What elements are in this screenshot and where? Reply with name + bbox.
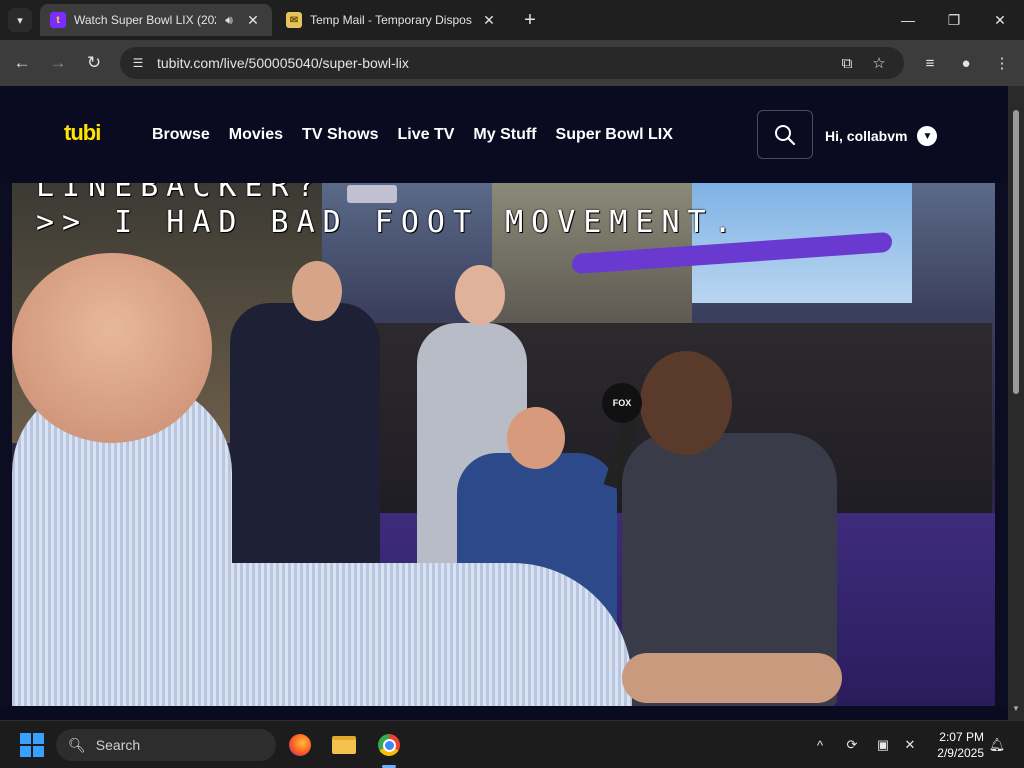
scroll-down-icon[interactable]: ▼ — [1012, 704, 1020, 713]
page-scrollbar[interactable]: ▲ ▼ — [1008, 86, 1024, 720]
windows-taskbar: 🔍︎ Search ^ ⟳ ▣ ✕ 2:07 PM 2/9/2025 🔔︎ — [0, 720, 1024, 768]
chevron-up-icon: ^ — [816, 737, 824, 753]
close-icon[interactable]: ✕ — [480, 12, 498, 29]
close-icon[interactable]: ✕ — [244, 12, 262, 29]
tubi-favicon-icon: t — [50, 12, 66, 28]
new-tab-button[interactable]: + — [518, 8, 542, 32]
back-button[interactable]: ← — [8, 49, 36, 77]
forward-button[interactable]: → — [44, 49, 72, 77]
minimize-icon: — — [901, 12, 915, 28]
nav-my-stuff[interactable]: My Stuff — [473, 126, 536, 144]
windows-logo-icon — [33, 746, 44, 757]
closed-caption-line: >> I HAD BAD FOOT MOVEMENT. — [36, 205, 740, 240]
reload-button[interactable]: ↻ — [80, 49, 108, 77]
taskbar-search[interactable]: 🔍︎ Search — [56, 729, 276, 761]
arrow-right-icon: → — [49, 53, 67, 72]
video-person-arm — [12, 563, 632, 706]
minimize-button[interactable]: — — [894, 6, 922, 34]
mail-favicon-icon: ✉ — [286, 12, 302, 28]
address-bar[interactable]: ☰ tubitv.com/live/500005040/super-bowl-l… — [120, 47, 904, 79]
page-bottom-strip — [0, 706, 1008, 720]
clock-date: 2/9/2025 — [937, 746, 984, 760]
nav-super-bowl-lix[interactable]: Super Bowl LIX — [556, 126, 673, 144]
taskbar-chrome[interactable] — [373, 729, 405, 761]
video-microphone: FOX — [602, 383, 642, 423]
start-button[interactable] — [20, 733, 44, 757]
taskbar-search-label: Search — [95, 737, 141, 753]
windows-logo-icon — [33, 733, 44, 744]
install-app-icon[interactable]: ⧉ — [836, 52, 858, 74]
chevron-down-icon: ▾ — [17, 14, 23, 27]
main-nav: Browse Movies TV Shows Live TV My Stuff … — [152, 126, 673, 144]
close-icon: ✕ — [994, 11, 1006, 28]
search-button[interactable] — [757, 110, 813, 159]
reload-icon: ↻ — [86, 53, 102, 72]
show-hidden-icons-button[interactable]: ^ — [810, 735, 830, 755]
video-person — [230, 303, 380, 603]
sync-icon[interactable]: ⟳ — [842, 735, 862, 755]
menu-button[interactable]: ⋮ — [988, 49, 1016, 77]
mic-flag-text: FOX — [612, 398, 632, 408]
close-window-button[interactable]: ✕ — [986, 6, 1014, 34]
folder-icon — [332, 736, 356, 754]
video-person-head — [12, 253, 212, 443]
notification-bell-icon[interactable]: 🔔︎ — [987, 735, 1007, 755]
windows-logo-icon — [20, 733, 31, 744]
tab-strip: ▾ t Watch Super Bowl LIX (2025 🔊︎ ✕ ✉ Te… — [0, 0, 1024, 40]
url-text[interactable]: tubitv.com/live/500005040/super-bowl-lix — [157, 55, 409, 71]
search-icon — [775, 124, 796, 145]
video-person-head — [455, 265, 505, 325]
nav-live-tv[interactable]: Live TV — [398, 126, 455, 144]
video-scene-lights — [347, 185, 397, 203]
nav-browse[interactable]: Browse — [152, 126, 210, 144]
scrollbar-thumb[interactable] — [1013, 110, 1019, 394]
windows-logo-icon — [20, 746, 31, 757]
chevron-down-icon: ▼ — [917, 126, 938, 146]
profile-button[interactable]: ● — [952, 49, 980, 77]
more-vert-icon: ⋮ — [994, 55, 1010, 72]
firefox-icon — [289, 734, 311, 756]
tubi-logo[interactable]: tubi — [64, 120, 101, 146]
restore-button[interactable]: ❐ — [940, 6, 968, 34]
clock-time: 2:07 PM — [939, 730, 984, 744]
site-info-icon[interactable]: ☰ — [128, 53, 148, 73]
video-person-head — [292, 261, 342, 321]
tab-search-button[interactable]: ▾ — [8, 8, 32, 32]
bookmark-star-icon[interactable]: ☆ — [868, 52, 890, 74]
playlist-icon: ≡ — [925, 54, 935, 72]
nav-movies[interactable]: Movies — [229, 126, 283, 144]
web-page: tubi Browse Movies TV Shows Live TV My S… — [0, 86, 1008, 706]
restore-icon: ❐ — [947, 11, 961, 28]
nav-tv-shows[interactable]: TV Shows — [302, 126, 378, 144]
browser-toolbar: ← → ↻ ☰ tubitv.com/live/500005040/super-… — [0, 40, 1024, 86]
media-controls-button[interactable]: ≡ — [916, 49, 944, 77]
user-greeting: Hi, collabvm — [825, 128, 908, 144]
network-icon[interactable]: ▣ — [873, 735, 893, 755]
tubi-header: tubi Browse Movies TV Shows Live TV My S… — [0, 86, 1008, 183]
tab-title: Watch Super Bowl LIX (2025 — [74, 13, 216, 27]
video-person-head — [640, 351, 732, 455]
chrome-icon — [378, 734, 400, 756]
tab-temp-mail[interactable]: ✉ Temp Mail - Temporary Dispos ✕ — [276, 4, 508, 36]
search-icon: 🔍︎ — [68, 736, 86, 753]
volume-muted-icon[interactable]: ✕ — [900, 735, 920, 755]
arrow-left-icon: ← — [13, 53, 31, 72]
taskbar-clock[interactable]: 2:07 PM 2/9/2025 — [928, 729, 984, 761]
taskbar-firefox[interactable] — [284, 729, 316, 761]
tab-tubi[interactable]: t Watch Super Bowl LIX (2025 🔊︎ ✕ — [40, 4, 272, 36]
person-icon: ● — [961, 54, 971, 72]
video-person-head — [507, 407, 565, 469]
video-person-hand — [622, 653, 842, 703]
plus-icon: + — [524, 8, 536, 31]
video-player[interactable]: FOX LINEBACKER? >> I HAD BAD FOOT MOVEME… — [12, 183, 995, 706]
speaker-icon[interactable]: 🔊︎ — [220, 13, 238, 28]
taskbar-file-explorer[interactable] — [328, 729, 360, 761]
user-menu[interactable]: Hi, collabvm ▼ — [825, 126, 938, 146]
tab-title: Temp Mail - Temporary Dispos — [310, 13, 472, 27]
closed-caption-line: LINEBACKER? — [36, 183, 323, 204]
